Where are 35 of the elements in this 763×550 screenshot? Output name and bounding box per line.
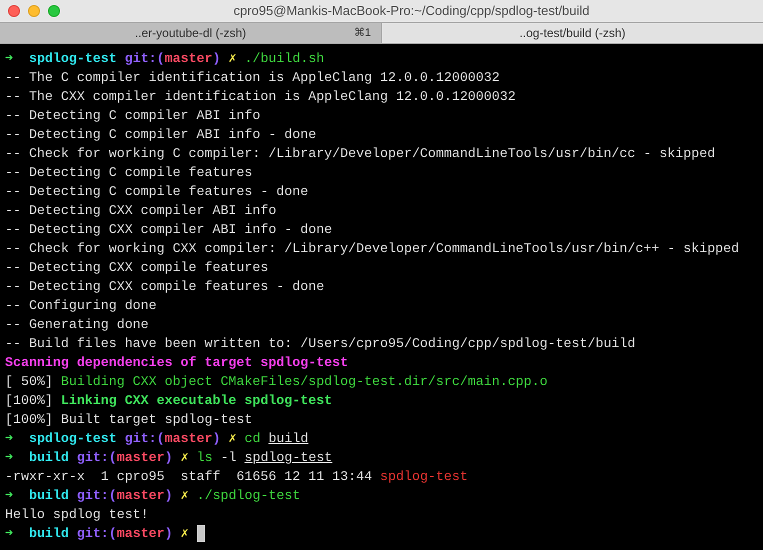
terminal-line: -- Detecting C compiler ABI info [5, 107, 260, 125]
terminal-line: -- Detecting CXX compile features - done [5, 278, 324, 296]
minimize-button[interactable] [28, 5, 40, 17]
terminal-line: ➜ build git:(master) ✗ ./spdlog-test [5, 487, 300, 505]
terminal-line: -- Detecting CXX compile features [5, 259, 268, 277]
terminal-line: -- Detecting CXX compiler ABI info - done [5, 221, 332, 239]
terminal-line: ➜ build git:(master) ✗ [5, 524, 205, 543]
terminal-line: -- Detecting C compile features - done [5, 183, 308, 201]
terminal-line: Hello spdlog test! [5, 506, 149, 524]
terminal-line: -- Detecting CXX compiler ABI info [5, 202, 276, 220]
terminal-line: [ 50%] Building CXX object CMakeFiles/spdlog-test.dir/src/main.cpp.o [5, 373, 548, 391]
terminal-line: ➜ build git:(master) ✗ ls -l spdlog-test [5, 449, 332, 467]
zoom-button[interactable] [48, 5, 60, 17]
tab-label: ..er-youtube-dl (-zsh) [134, 25, 246, 42]
tab-label: ..og-test/build (-zsh) [519, 25, 626, 42]
window-title: cpro95@Mankis-MacBook-Pro:~/Coding/cpp/spdlog-test/build [232, 2, 590, 20]
terminal-line: -- Configuring done [5, 297, 157, 315]
terminal-line: -- The CXX compiler identification is AppleClang 12.0.0.12000032 [5, 88, 516, 106]
tab-shortcut: ⌘1 [354, 26, 371, 41]
tab[interactable]: ..og-test/build (-zsh) [382, 23, 763, 43]
terminal-line: ➜ spdlog-test git:(master) ✗ cd build [5, 430, 308, 448]
terminal-line: -- Detecting C compiler ABI info - done [5, 126, 316, 144]
terminal-line: -- The C compiler identification is AppleClang 12.0.0.12000032 [5, 69, 500, 87]
terminal-line: -- Check for working C compiler: /Library/Developer/CommandLineTools/usr/bin/cc - skipped [5, 145, 716, 163]
terminal-line: [100%] Built target spdlog-test [5, 411, 252, 429]
terminal-line: -- Check for working CXX compiler: /Library/Developer/CommandLineTools/usr/bin/c++ - skipped [5, 240, 740, 258]
terminal-line: -- Generating done [5, 316, 149, 334]
terminal-line: ➜ spdlog-test git:(master) ✗ ./build.sh [5, 50, 324, 68]
terminal-line: -- Build files have been written to: /Users/cpro95/Coding/cpp/spdlog-test/build [5, 335, 636, 353]
terminal-line: Scanning dependencies of target spdlog-test [5, 354, 348, 372]
close-button[interactable] [8, 5, 20, 17]
tab[interactable]: ..er-youtube-dl (-zsh) ⌘1 [0, 23, 382, 43]
terminal-line: -rwxr-xr-x 1 cpro95 staff 61656 12 11 13:44 spdlog-test [5, 468, 468, 486]
terminal-line: -- Detecting C compile features [5, 164, 252, 182]
terminal-line: [100%] Linking CXX executable spdlog-test [5, 392, 332, 410]
